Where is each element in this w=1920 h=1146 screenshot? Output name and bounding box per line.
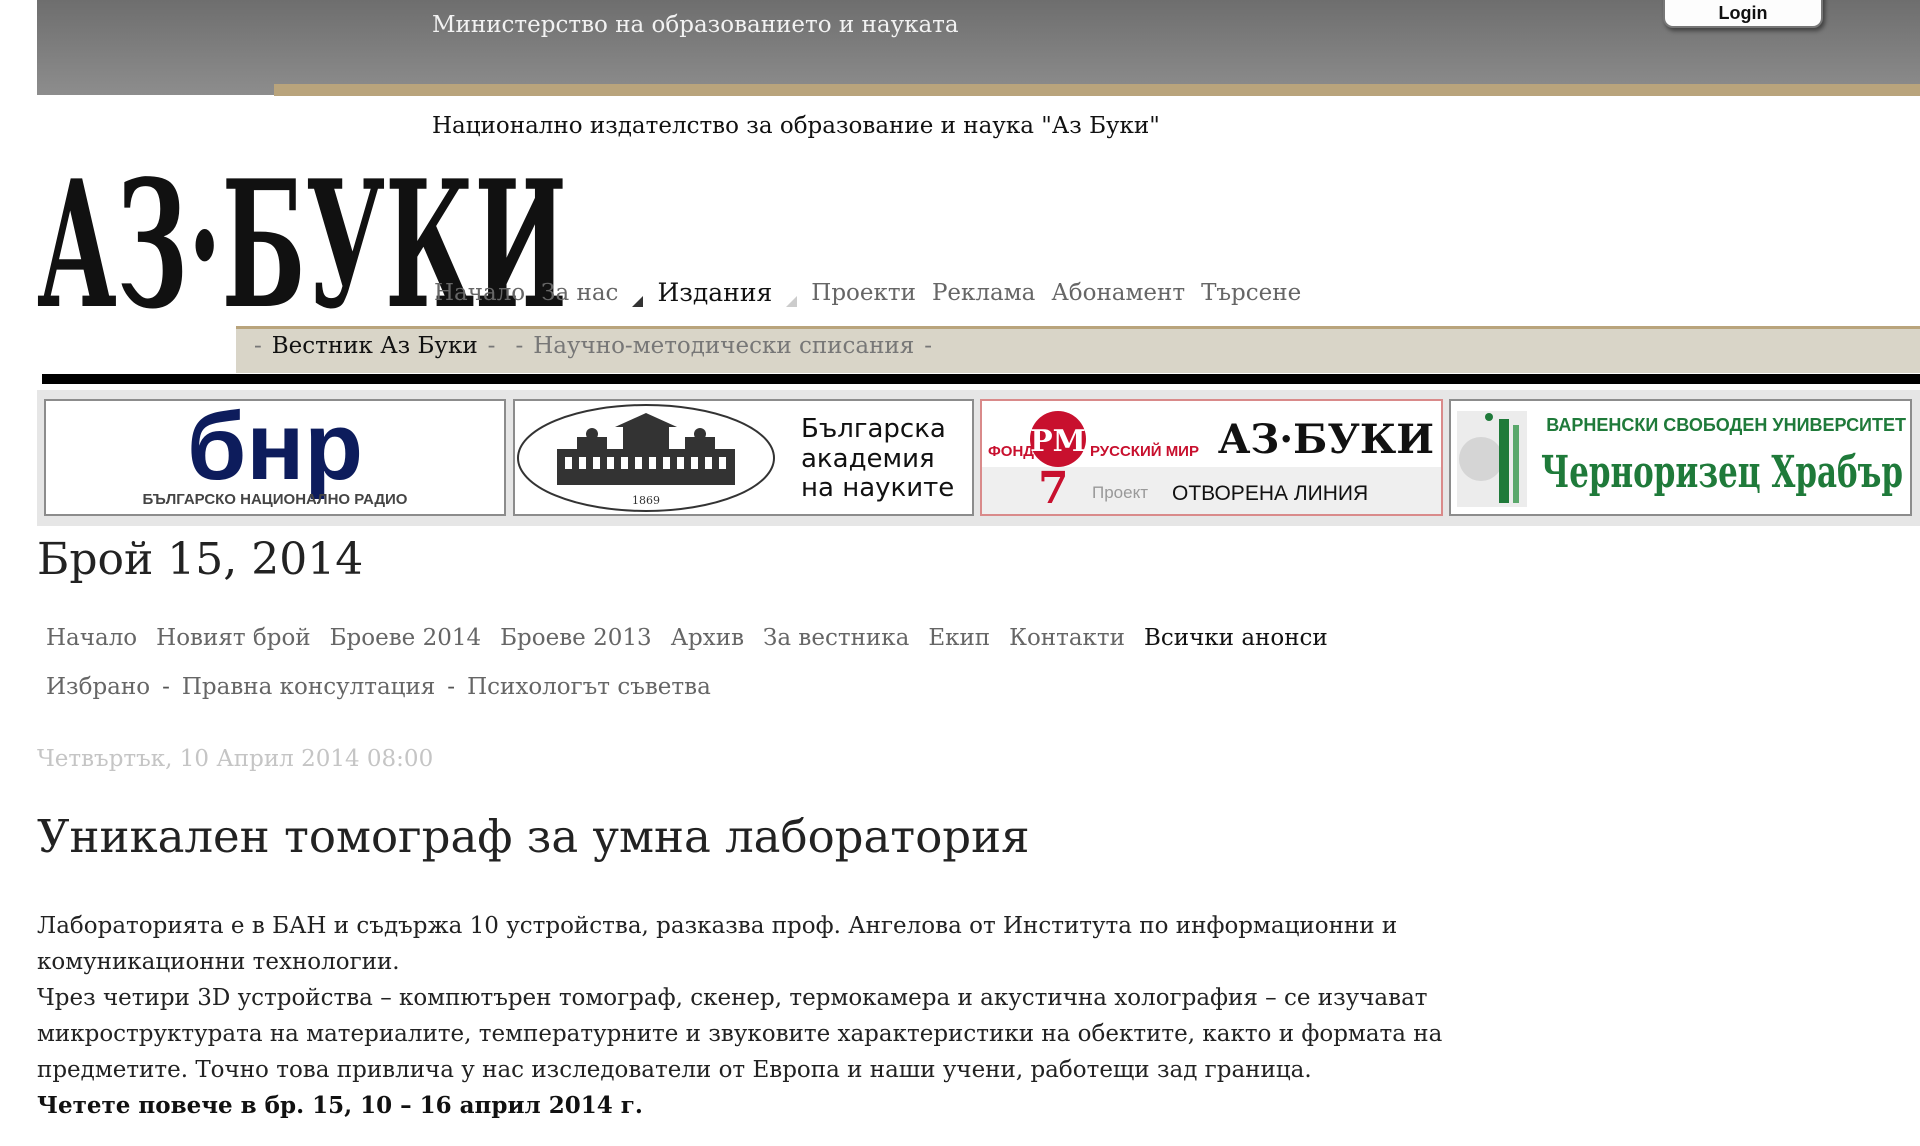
university-emblem-icon: [1457, 411, 1527, 507]
fond-label: ФОНД: [988, 443, 1034, 460]
section-nav-home[interactable]: Начало: [46, 625, 137, 651]
publisher-title: Национално издателство за образование и …: [432, 113, 1160, 139]
seven-channel-icon: 7: [1038, 463, 1069, 514]
section-nav-legal-advice[interactable]: Правна консултация: [182, 674, 435, 700]
section-nav-featured[interactable]: Избрано: [46, 674, 150, 700]
ban-line1: Българска: [801, 414, 946, 444]
article-date: Четвъртък, 10 Април 2014 08:00: [37, 746, 434, 772]
section-nav-issues-2013[interactable]: Броеве 2013: [500, 625, 652, 651]
bnr-banner[interactable]: бнр БЪЛГАРСКО НАЦИОНАЛНО РАДИО: [44, 399, 506, 516]
bnr-name: БЪЛГАРСКО НАЦИОНАЛНО РАДИО: [143, 491, 408, 508]
subnav-newspaper[interactable]: Вестник Аз Буки: [272, 333, 478, 359]
divider-bar: [42, 374, 1920, 384]
section-nav-new-issue[interactable]: Новият брой: [156, 625, 310, 651]
article-body: Лабораторията е в БАН и съдържа 10 устро…: [37, 908, 1457, 1124]
nav-subscription[interactable]: Абонамент: [1051, 280, 1185, 306]
section-nav-team[interactable]: Екип: [928, 625, 990, 651]
project-label: Проект: [1092, 483, 1148, 502]
main-nav: Начало За нас Издания Проекти Реклама Аб…: [434, 278, 1317, 307]
sub-nav: - Вестник Аз Буки - - Научно-методически…: [244, 333, 942, 359]
section-nav-issues-2014[interactable]: Броеве 2014: [330, 625, 482, 651]
read-more-text: Четете повече в бр. 15, 10 – 16 април 20…: [37, 1092, 643, 1119]
section-subnav: Избрано - Правна консултация - Психологъ…: [46, 674, 730, 700]
russkiy-mir-mark: РМ: [1030, 424, 1086, 459]
section-nav-contacts[interactable]: Контакти: [1009, 625, 1125, 651]
section-nav-about-newspaper[interactable]: За вестника: [763, 625, 909, 651]
russkiy-mir-name: РУССКИЙ МИР: [1090, 442, 1199, 460]
ban-banner[interactable]: 1869 Българска академия на науките: [513, 399, 974, 516]
nav-advertising[interactable]: Реклама: [932, 280, 1035, 306]
article-paragraph: Лабораторията е в БАН и съдържа 10 устро…: [37, 913, 1398, 975]
nav-search[interactable]: Търсене: [1201, 280, 1301, 306]
ban-line2: академия: [801, 444, 935, 474]
issue-title: Брой 15, 2014: [37, 534, 364, 585]
nav-home[interactable]: Начало: [434, 280, 525, 306]
vsu-banner[interactable]: ВАРНЕНСКИ СВОБОДЕН УНИВЕРСИТЕТ Черноризе…: [1449, 399, 1912, 516]
dropdown-triangle-icon: [632, 296, 644, 307]
article-title[interactable]: Уникален томограф за умна лаборатория: [37, 810, 1029, 863]
separator: -: [254, 333, 262, 359]
section-nav-all-announcements[interactable]: Всички анонси: [1144, 625, 1328, 651]
separator: -: [162, 674, 170, 700]
vsu-name: Черноризец Храбър: [1541, 447, 1903, 498]
dropdown-triangle-icon: [786, 296, 798, 307]
login-button[interactable]: Login: [1663, 0, 1823, 28]
separator: -: [515, 333, 524, 359]
nav-about[interactable]: За нас: [541, 280, 618, 306]
separator: -: [924, 333, 933, 359]
ban-year: 1869: [632, 494, 660, 507]
separator: -: [487, 333, 496, 359]
russkiy-mir-banner[interactable]: ФОНД РМ РУССКИЙ МИР АЗ·БУКИ 7 Проект ОТВ…: [980, 399, 1443, 516]
separator: -: [447, 674, 456, 700]
azbuki-mini-logo: АЗ·БУКИ: [1218, 416, 1434, 463]
bnr-logo-text: бнр: [187, 401, 363, 500]
ban-line3: на науките: [801, 473, 954, 503]
nav-publications[interactable]: Издания: [657, 278, 772, 307]
subnav-journals[interactable]: Научно-методически списания: [533, 333, 914, 359]
open-line-label: ОТВОРЕНА ЛИНИЯ: [1172, 482, 1368, 505]
nav-projects[interactable]: Проекти: [811, 280, 916, 306]
article-paragraph: Чрез четири 3D устройства – компютърен т…: [37, 985, 1443, 1083]
vsu-title: ВАРНЕНСКИ СВОБОДЕН УНИВЕРСИТЕТ: [1546, 415, 1906, 435]
ministry-link[interactable]: Министерство на образованието и науката: [432, 12, 959, 38]
section-nav-archive[interactable]: Архив: [671, 625, 744, 651]
ministry-header-bar: [37, 0, 1920, 95]
header-accent-stripe: [274, 84, 1920, 96]
section-nav-psychologist[interactable]: Психологът съветва: [467, 674, 711, 700]
section-nav: Начало Новият брой Броеве 2014 Броеве 20…: [46, 625, 1347, 651]
